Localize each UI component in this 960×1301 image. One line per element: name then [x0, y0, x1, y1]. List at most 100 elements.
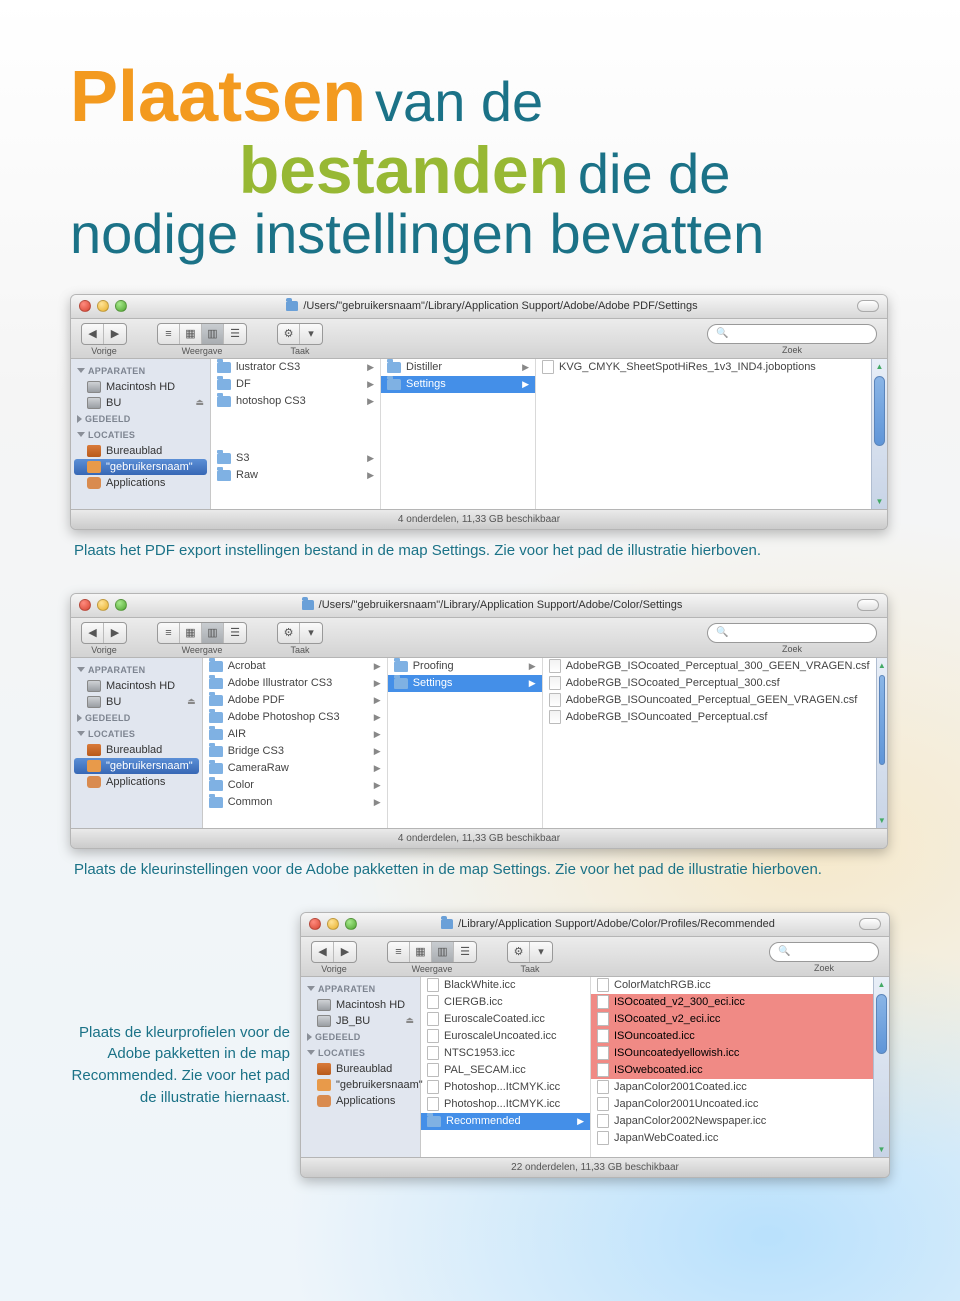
list-item[interactable]: ISOuncoated.icc	[591, 1028, 873, 1045]
sidebar-item-desktop[interactable]: Bureaublad	[71, 443, 210, 459]
back-icon[interactable]: ◀	[82, 324, 104, 344]
action-menu[interactable]: ⚙▾	[277, 622, 323, 644]
view-switcher[interactable]: ≡▦▥☰	[157, 622, 247, 644]
list-item[interactable]: JapanWebCoated.icc	[591, 1130, 873, 1147]
column-1[interactable]: Acrobat▶Adobe Illustrator CS3▶Adobe PDF▶…	[203, 658, 388, 828]
nav-back-forward[interactable]: ◀▶	[311, 941, 357, 963]
titlebar[interactable]: /Users/"gebruikersnaam"/Library/Applicat…	[71, 295, 887, 319]
list-item[interactable]: Bridge CS3▶	[203, 743, 387, 760]
action-menu[interactable]: ⚙▾	[277, 323, 323, 345]
column-2[interactable]: Distiller▶ Settings▶	[381, 359, 536, 509]
minimize-icon[interactable]	[97, 599, 109, 611]
column-1[interactable]: BlackWhite.iccCIERGB.iccEuroscaleCoated.…	[421, 977, 591, 1157]
gear-icon[interactable]: ⚙	[508, 942, 530, 962]
close-icon[interactable]	[79, 300, 91, 312]
search-input[interactable]	[707, 324, 877, 344]
list-item[interactable]: Color▶	[203, 777, 387, 794]
list-item[interactable]: CIERGB.icc	[421, 994, 590, 1011]
list-item[interactable]: AdobeRGB_ISOuncoated_Perceptual_GEEN_VRA…	[543, 692, 876, 709]
sidebar-item-user[interactable]: "gebruikersnaam"	[74, 459, 207, 475]
list-item[interactable]: EuroscaleUncoated.icc	[421, 1028, 590, 1045]
zoom-icon[interactable]	[115, 300, 127, 312]
sidebar-header-devices[interactable]: APPARATEN	[71, 363, 210, 379]
eject-icon[interactable]: ⏏	[195, 397, 204, 408]
gear-icon[interactable]: ⚙	[278, 324, 300, 344]
close-icon[interactable]	[79, 599, 91, 611]
selected-folder-recommended[interactable]: Recommended▶	[421, 1113, 590, 1130]
sidebar: APPARATEN Macintosh HD BU⏏ GEDEELD LOCAT…	[71, 658, 203, 828]
list-item[interactable]: Photoshop...ItCMYK.icc	[421, 1096, 590, 1113]
minimize-icon[interactable]	[97, 300, 109, 312]
list-item[interactable]: ISOuncoatedyellowish.icc	[591, 1045, 873, 1062]
title-word-3: bestanden	[239, 133, 569, 207]
list-item[interactable]: ISOcoated_v2_300_eci.icc	[591, 994, 873, 1011]
sidebar: APPARATEN Macintosh HD BU⏏ GEDEELD LOCAT…	[71, 359, 211, 509]
list-item[interactable]: ISOwebcoated.icc	[591, 1062, 873, 1079]
column-1[interactable]: lustrator CS3▶ DF▶ hotoshop CS3▶ S3▶ Raw…	[211, 359, 381, 509]
file-joboptions[interactable]: KVG_CMYK_SheetSpotHiRes_1v3_IND4.jobopti…	[559, 361, 816, 373]
titlebar[interactable]: /Library/Application Support/Adobe/Color…	[301, 913, 889, 937]
finder-window-1: /Users/"gebruikersnaam"/Library/Applicat…	[70, 294, 888, 530]
eject-icon[interactable]: ⏏	[405, 1015, 414, 1026]
nav-back-forward[interactable]: ◀▶	[81, 323, 127, 345]
list-item[interactable]: AdobeRGB_ISOuncoated_Perceptual.csf	[543, 709, 876, 726]
toolbar: ◀▶Vorige ≡▦▥☰Weergave ⚙▾Taak Zoek	[71, 319, 887, 359]
toolbar-toggle[interactable]	[857, 599, 879, 611]
action-menu[interactable]: ⚙▾	[507, 941, 553, 963]
list-item[interactable]: Adobe PDF▶	[203, 692, 387, 709]
list-item[interactable]: EuroscaleCoated.icc	[421, 1011, 590, 1028]
column-2[interactable]: Proofing▶ Settings▶	[388, 658, 543, 828]
title-word-1: Plaatsen	[70, 57, 366, 137]
sidebar: APPARATEN Macintosh HD JB_BU⏏ GEDEELD LO…	[301, 977, 421, 1157]
list-item[interactable]: Adobe Illustrator CS3▶	[203, 675, 387, 692]
toolbar-toggle[interactable]	[857, 300, 879, 312]
list-item[interactable]: BlackWhite.icc	[421, 977, 590, 994]
title-word-5: nodige instellingen bevatten	[70, 202, 764, 265]
search-input[interactable]	[707, 623, 877, 643]
vertical-scrollbar[interactable]: ▲▼	[873, 977, 889, 1157]
eject-icon[interactable]: ⏏	[187, 696, 196, 707]
forward-icon[interactable]: ▶	[104, 324, 126, 344]
sidebar-item-hd[interactable]: Macintosh HD	[71, 379, 210, 395]
sidebar-item-applications[interactable]: Applications	[71, 475, 210, 491]
sidebar-item-user[interactable]: "gebruikersnaam"	[74, 758, 199, 774]
selected-folder-settings[interactable]: Settings▶	[381, 376, 535, 393]
view-switcher[interactable]: ≡▦▥☰	[157, 323, 247, 345]
column-3[interactable]: AdobeRGB_ISOcoated_Perceptual_300_GEEN_V…	[543, 658, 876, 828]
titlebar[interactable]: /Users/"gebruikersnaam"/Library/Applicat…	[71, 594, 887, 618]
vertical-scrollbar[interactable]: ▲▼	[871, 359, 887, 509]
minimize-icon[interactable]	[327, 918, 339, 930]
toolbar-toggle[interactable]	[859, 918, 881, 930]
list-item[interactable]: Adobe Photoshop CS3▶	[203, 709, 387, 726]
list-item[interactable]: AIR▶	[203, 726, 387, 743]
list-item[interactable]: PAL_SECAM.icc	[421, 1062, 590, 1079]
gear-icon[interactable]: ⚙	[278, 623, 300, 643]
list-item[interactable]: Common▶	[203, 794, 387, 811]
sidebar-header-shared[interactable]: GEDEELD	[71, 411, 210, 427]
list-item[interactable]: AdobeRGB_ISOcoated_Perceptual_300.csf	[543, 675, 876, 692]
sidebar-header-locations[interactable]: LOCATIES	[71, 427, 210, 443]
column-view-icon[interactable]: ▥	[202, 324, 224, 344]
list-item[interactable]: JapanColor2001Coated.icc	[591, 1079, 873, 1096]
view-switcher[interactable]: ≡▦▥☰	[387, 941, 477, 963]
selected-folder-settings[interactable]: Settings▶	[388, 675, 542, 692]
list-item[interactable]: AdobeRGB_ISOcoated_Perceptual_300_GEEN_V…	[543, 658, 876, 675]
vertical-scrollbar[interactable]: ▲▼	[876, 658, 887, 828]
status-bar: 4 onderdelen, 11,33 GB beschikbaar	[71, 828, 887, 848]
nav-back-forward[interactable]: ◀▶	[81, 622, 127, 644]
list-item[interactable]: CameraRaw▶	[203, 760, 387, 777]
list-item[interactable]: NTSC1953.icc	[421, 1045, 590, 1062]
list-item[interactable]: JapanColor2002Newspaper.icc	[591, 1113, 873, 1130]
list-item[interactable]: ColorMatchRGB.icc	[591, 977, 873, 994]
list-item[interactable]: JapanColor2001Uncoated.icc	[591, 1096, 873, 1113]
search-input[interactable]	[769, 942, 879, 962]
list-item[interactable]: ISOcoated_v2_eci.icc	[591, 1011, 873, 1028]
list-item[interactable]: Photoshop...ItCMYK.icc	[421, 1079, 590, 1096]
zoom-icon[interactable]	[345, 918, 357, 930]
close-icon[interactable]	[309, 918, 321, 930]
sidebar-item-bu[interactable]: BU⏏	[71, 395, 210, 411]
zoom-icon[interactable]	[115, 599, 127, 611]
column-2[interactable]: ColorMatchRGB.iccISOcoated_v2_300_eci.ic…	[591, 977, 873, 1157]
column-3[interactable]: KVG_CMYK_SheetSpotHiRes_1v3_IND4.jobopti…	[536, 359, 871, 509]
list-item[interactable]: Acrobat▶	[203, 658, 387, 675]
